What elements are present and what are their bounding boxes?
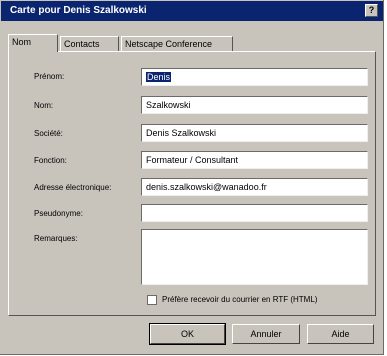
tab-contacts[interactable]: Contacts — [60, 36, 119, 51]
prenom-value: Denis — [146, 72, 172, 82]
tab-nom[interactable]: Nom — [8, 34, 58, 52]
fonction-field[interactable]: Formateur / Consultant — [141, 151, 368, 169]
societe-field[interactable]: Denis Szalkowski — [141, 124, 368, 142]
dialog-window: Carte pour Denis Szalkowski ? Nom Contac… — [0, 0, 384, 355]
fonction-label: Fonction: — [34, 156, 67, 165]
ok-button[interactable]: OK — [149, 323, 226, 345]
nom-label: Nom: — [34, 101, 54, 110]
rtf-checkbox[interactable] — [147, 295, 157, 305]
help-button[interactable]: Aide — [307, 324, 374, 344]
societe-label: Société: — [34, 129, 63, 138]
title-bar: Carte pour Denis Szalkowski ? — [1, 1, 383, 21]
help-title-button[interactable]: ? — [365, 4, 378, 17]
pseudonyme-field[interactable] — [141, 204, 368, 222]
remarques-label: Remarques: — [34, 234, 78, 243]
remarques-textarea[interactable] — [141, 229, 368, 285]
tab-netscape-conference[interactable]: Netscape Conference — [121, 36, 233, 51]
prenom-label: Prénom: — [34, 72, 65, 81]
nom-field[interactable]: Szalkowski — [141, 96, 368, 114]
rtf-checkbox-label: Préfère recevoir du courrier en RTF (HTM… — [162, 295, 318, 304]
email-label: Adresse électronique: — [34, 183, 112, 192]
window-title: Carte pour Denis Szalkowski — [10, 5, 147, 16]
prenom-field[interactable]: Denis — [141, 68, 368, 86]
pseudonyme-label: Pseudonyme: — [34, 209, 83, 218]
email-field[interactable]: denis.szalkowski@wanadoo.fr — [141, 178, 368, 196]
cancel-button[interactable]: Annuler — [232, 324, 300, 344]
